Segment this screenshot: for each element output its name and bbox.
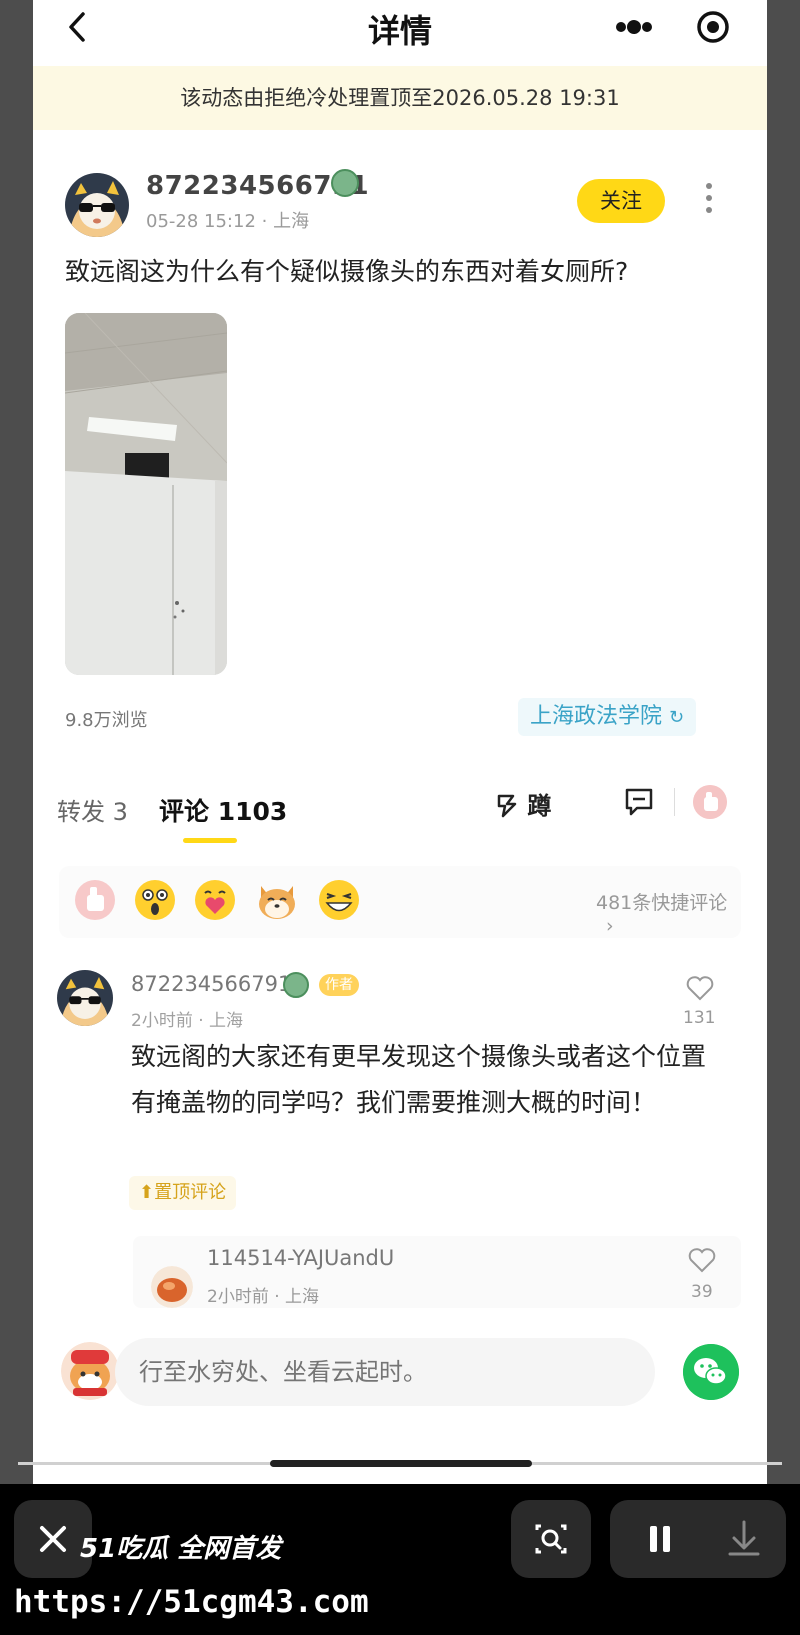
comment-input-bar xyxy=(33,1316,767,1436)
tab-forward-count: 3 xyxy=(112,798,128,826)
reply-meta: 2小时前 · 上海 xyxy=(207,1282,319,1307)
squat-icon xyxy=(497,794,517,818)
level-badge-icon xyxy=(331,169,359,197)
heart-icon[interactable] xyxy=(685,974,715,1002)
school-tag[interactable]: 上海政法学院 ↻ xyxy=(518,698,697,736)
view-count: 9.8万浏览 xyxy=(65,710,148,731)
thumbs-up-emoji-icon[interactable] xyxy=(73,878,117,922)
right-gutter xyxy=(767,0,800,1484)
pin-label: 置顶评论 xyxy=(154,1182,227,1203)
chevron-right-icon: › xyxy=(606,915,614,937)
reply-time: 2小时前 xyxy=(207,1287,269,1307)
post-text: 致远阁这为什么有个疑似摄像头的东西对着女厕所? xyxy=(65,257,629,286)
surprised-emoji-icon[interactable] xyxy=(133,878,177,922)
my-avatar[interactable] xyxy=(61,1342,119,1400)
post-meta: 05-28 15:12 · 上海 xyxy=(146,207,309,233)
left-gutter xyxy=(0,0,33,1484)
download-icon[interactable] xyxy=(698,1500,786,1578)
quick-comment-row[interactable]: 481条快捷评论 › xyxy=(59,866,741,938)
tab-forward-label: 转发 xyxy=(57,798,105,826)
heart-hug-emoji-icon[interactable] xyxy=(193,878,237,922)
comment-location: 上海 xyxy=(209,1011,244,1031)
active-tab-indicator xyxy=(183,838,237,843)
divider xyxy=(674,788,675,816)
meta-separator: · xyxy=(198,1011,210,1031)
watermark-url: https://51cgm43.com xyxy=(14,1584,369,1620)
phone-screen: 详情 该动态由拒绝冷处理置顶至2026.05.28 19:31 87223456… xyxy=(33,0,767,1484)
nav-header: 详情 xyxy=(33,0,767,56)
comment-level-badge-icon xyxy=(283,972,309,998)
tab-comment-label: 评论 xyxy=(159,797,210,826)
shiba-emoji-icon[interactable] xyxy=(255,878,299,922)
like-thumb-icon[interactable] xyxy=(693,785,727,819)
meta-separator: · xyxy=(274,1287,286,1307)
quick-comment-label: 481条快捷评论 xyxy=(596,892,728,914)
squat-label: 蹲 xyxy=(527,792,552,820)
reply-location: 上海 xyxy=(285,1287,320,1307)
meta-separator: · xyxy=(261,211,274,232)
scan-search-icon xyxy=(535,1524,567,1554)
reply-heart-icon[interactable] xyxy=(687,1246,717,1274)
reply-author-name[interactable]: 114514-YAJUandU xyxy=(207,1246,394,1270)
close-target-icon[interactable] xyxy=(696,10,730,44)
author-avatar[interactable] xyxy=(65,173,129,237)
page-title: 详情 xyxy=(367,12,432,50)
school-name: 上海政法学院 xyxy=(530,704,663,729)
playback-controls xyxy=(610,1500,786,1578)
post-location: 上海 xyxy=(273,211,310,232)
reply-item[interactable]: 114514-YAJUandU 2小时前 · 上海 39 xyxy=(133,1236,741,1308)
quick-comment-count[interactable]: 481条快捷评论 › xyxy=(596,888,741,937)
comment-meta: 2小时前 · 上海 xyxy=(131,1006,243,1031)
comment-text: 致远阁的大家还有更早发现这个摄像头或者这个位置有掩盖物的同学吗？我们需要推测大概… xyxy=(131,1042,707,1117)
comment-time: 2小时前 xyxy=(131,1011,193,1031)
comment-author-avatar[interactable] xyxy=(57,970,113,1026)
author-tag: 作者 xyxy=(319,974,359,996)
comment-like-count: 131 xyxy=(683,1008,716,1028)
home-indicator[interactable] xyxy=(270,1460,532,1467)
watermark-brand: 51吃瓜 全网首发 xyxy=(80,1534,282,1564)
reply-author-avatar[interactable] xyxy=(151,1266,193,1308)
more-dots-icon[interactable] xyxy=(613,14,655,40)
squat-button[interactable]: 蹲 xyxy=(495,786,551,821)
post-time: 05-28 15:12 xyxy=(146,211,256,232)
tab-comment-count: 1103 xyxy=(217,797,288,826)
refresh-icon: ↻ xyxy=(669,707,685,728)
pin-up-icon: ⬆ xyxy=(139,1182,155,1203)
tab-forward[interactable]: 转发 3 xyxy=(57,792,128,827)
wechat-icon[interactable] xyxy=(683,1344,739,1400)
post-image[interactable] xyxy=(65,313,227,675)
post-author-row: 872234566791 05-28 15:12 · 上海 关注 xyxy=(33,165,767,245)
tab-comment[interactable]: 评论 1103 xyxy=(159,792,287,828)
scan-button[interactable] xyxy=(511,1500,591,1578)
laughing-emoji-icon[interactable] xyxy=(317,878,361,922)
reply-like-count: 39 xyxy=(691,1282,713,1302)
follow-button[interactable]: 关注 xyxy=(577,179,665,223)
pinned-comment-tag: ⬆置顶评论 xyxy=(129,1176,237,1210)
comment-author-name[interactable]: 872234566791 xyxy=(131,972,291,996)
comment-input[interactable] xyxy=(115,1338,655,1406)
pause-icon[interactable] xyxy=(610,1500,698,1578)
message-icon[interactable] xyxy=(623,786,655,816)
post-options-icon[interactable] xyxy=(705,183,713,215)
pin-banner: 该动态由拒绝冷处理置顶至2026.05.28 19:31 xyxy=(33,66,767,130)
